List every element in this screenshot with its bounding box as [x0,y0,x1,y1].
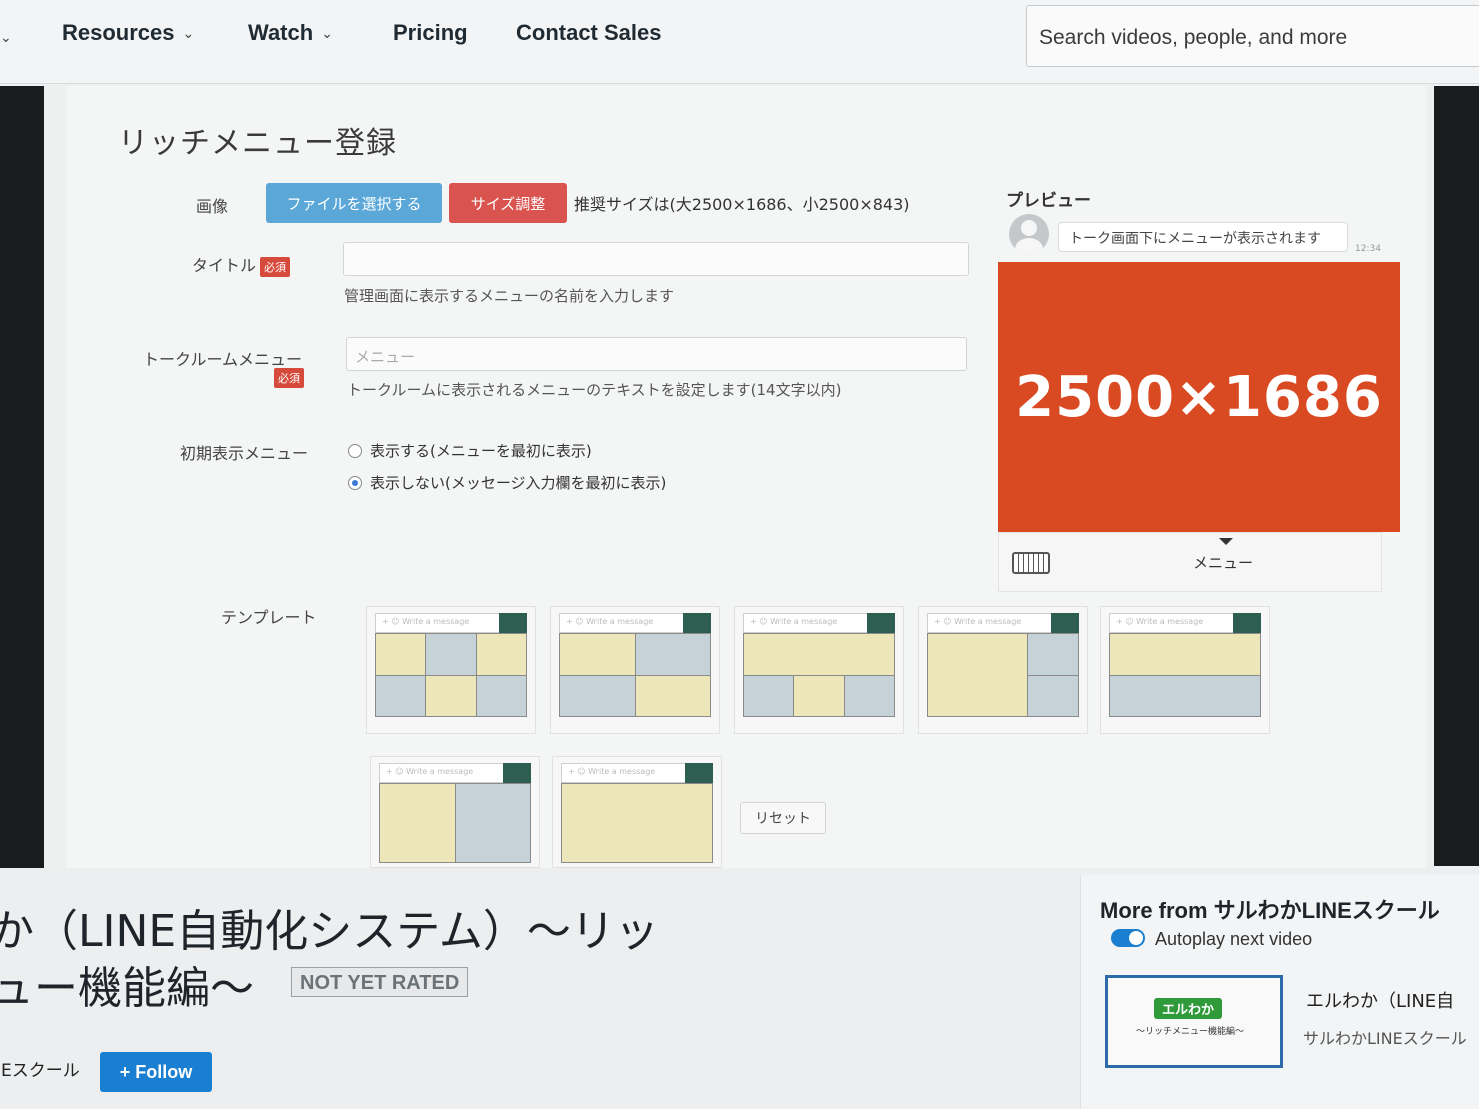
reset-button[interactable]: リセット [740,802,826,834]
title-label: タイトル 必須 [192,252,291,277]
talk-menu-help: トークルームに表示されるメニューのテキストを設定します(14文字以内) [347,381,842,399]
chevron-down-icon[interactable]: ⌄ [0,30,12,46]
related-video-title[interactable]: エルわか（LINE自 [1306,987,1454,1013]
template-option[interactable]: + ☺ Write a message [552,756,722,868]
radio-circle[interactable] [348,443,362,458]
related-video-thumbnail[interactable]: エルわか 〜リッチメニュー機能編〜 [1105,975,1283,1068]
template-grid [1109,633,1261,717]
required-badge: 必須 [260,256,291,277]
template-option[interactable]: + ☺ Write a message [366,606,536,734]
radio-circle-selected[interactable] [348,475,362,490]
nav-pricing-label: Pricing [393,20,468,45]
template-message-bar: + ☺ Write a message [559,613,711,633]
search-placeholder: Search videos, people, and more [1039,26,1348,49]
nav-resources-label: Resources [62,20,175,45]
template-message-bar: + ☺ Write a message [927,613,1079,633]
radio-hide-menu[interactable]: 表示しない(メッセージ入力欄を最初に表示) [348,472,666,493]
talk-menu-placeholder: メニュー [355,348,416,366]
video-bezel-right [1430,86,1479,866]
template-grid [379,783,531,863]
title-input[interactable] [343,242,969,276]
preview-menu-label: メニュー [1193,554,1254,572]
related-video-channel[interactable]: サルわかLINEスクール [1303,1025,1467,1049]
keyboard-icon [1012,552,1050,574]
chat-bubble: トーク画面下にメニューが表示されます [1058,222,1348,252]
nav-watch[interactable]: Watch ⌄ [248,20,333,46]
template-grid [927,633,1079,717]
chevron-down-icon: ⌄ [182,24,195,41]
resize-button[interactable]: サイズ調整 [449,183,567,223]
message-time: 12:34 [1355,244,1381,254]
radio-show-menu-label: 表示する(メニューを最初に表示) [370,442,592,460]
template-option[interactable]: + ☺ Write a message [918,606,1088,734]
template-label: テンプレート [221,608,317,627]
template-grid [559,633,711,717]
autoplay-toggle[interactable] [1111,929,1145,947]
page-title: リッチメニュー登録 [118,126,397,161]
channel-name[interactable]: IEスクール [0,1056,80,1081]
video-title-line2: ュー機能編〜 [0,963,254,1014]
template-option[interactable]: + ☺ Write a message [370,756,540,868]
template-option[interactable]: + ☺ Write a message [550,606,720,734]
nav-pricing[interactable]: Pricing [393,20,468,46]
autoplay-label: Autoplay next video [1155,929,1313,949]
template-message-bar: + ☺ Write a message [561,763,713,783]
more-from-heading: More from サルわかLINEスクール [1100,898,1440,923]
template-option[interactable]: + ☺ Write a message [1100,606,1270,734]
nav-contact-sales-label: Contact Sales [516,20,662,45]
rich-menu-preview-image: 2500×1686 [998,262,1400,532]
template-option[interactable]: + ☺ Write a message [734,606,904,734]
nav-contact-sales[interactable]: Contact Sales [516,20,662,46]
top-navigation: ⌄ Resources ⌄ Watch ⌄ Pricing Contact Sa… [0,0,1479,84]
template-grid [743,633,895,717]
video-bezel-left [0,86,46,876]
talk-menu-input[interactable]: メニュー [346,337,967,371]
follow-button[interactable]: + Follow [100,1052,212,1092]
template-message-bar: + ☺ Write a message [743,613,895,633]
size-note: 推奨サイズは(大2500×1686、小2500×843) [574,195,910,214]
template-message-bar: + ☺ Write a message [379,763,531,783]
thumbnail-logo: エルわか [1154,998,1223,1019]
template-message-bar: + ☺ Write a message [1109,613,1261,633]
talk-menu-label: トークルームメニュー [143,350,303,369]
rating-badge: NOT YET RATED [291,967,469,997]
video-title-line1: か（LINE自動化システム）〜リッ [0,906,659,957]
preview-label: プレビュー [1006,191,1091,211]
thumbnail-subtitle: 〜リッチメニュー機能編〜 [1136,1027,1245,1037]
initial-menu-label: 初期表示メニュー [180,444,309,463]
caret-down-icon [1219,538,1233,545]
template-message-bar: + ☺ Write a message [375,613,527,633]
title-label-text: タイトル [192,256,257,275]
preview-footer [998,532,1382,592]
title-help: 管理画面に表示するメニューの名前を入力します [344,287,675,305]
nav-resources[interactable]: Resources ⌄ [62,20,194,46]
search-input[interactable]: Search videos, people, and more [1026,5,1479,67]
radio-show-menu[interactable]: 表示する(メニューを最初に表示) [348,440,592,461]
required-badge: 必須 [274,368,304,388]
avatar-icon [1009,214,1049,254]
image-label: 画像 [196,197,229,216]
template-grid [561,783,713,863]
chevron-down-icon: ⌄ [321,24,333,41]
nav-watch-label: Watch [248,20,314,45]
choose-file-button[interactable]: ファイルを選択する [266,183,442,223]
template-grid [375,633,527,717]
radio-hide-menu-label: 表示しない(メッセージ入力欄を最初に表示) [370,474,667,492]
preview-size-text: 2500×1686 [1015,364,1383,430]
